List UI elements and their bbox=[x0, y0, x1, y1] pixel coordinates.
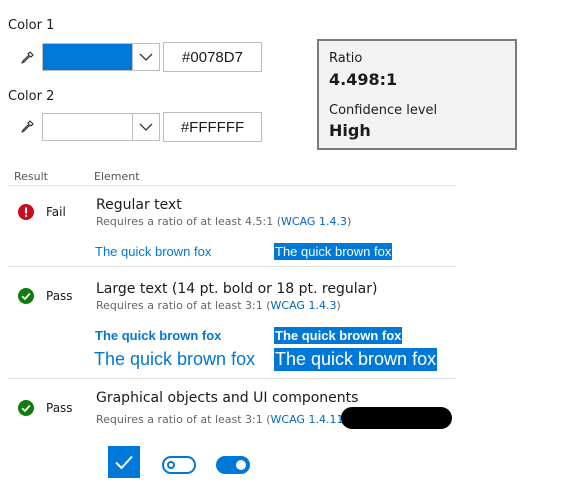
eyedropper-icon[interactable] bbox=[16, 116, 38, 138]
sample-toggle-off[interactable] bbox=[162, 456, 196, 474]
eyedropper-icon[interactable] bbox=[16, 47, 38, 69]
sample-bold-text-inverted: The quick brown fox bbox=[274, 327, 403, 344]
confidence-value: High bbox=[329, 121, 371, 140]
status-badge: Pass bbox=[46, 289, 73, 303]
column-header-element: Element bbox=[94, 170, 140, 183]
color1-swatch-combo[interactable] bbox=[42, 43, 160, 71]
element-title: Graphical objects and UI components bbox=[96, 390, 359, 406]
sample-bold-text-on-bg: The quick brown fox bbox=[95, 328, 222, 343]
wcag-link[interactable]: WCAG 1.4.11 bbox=[271, 413, 344, 426]
table-row: Fail Regular text Requires a ratio of at… bbox=[0, 186, 456, 266]
element-requirement: Requires a ratio of at least 3:1 (WCAG 1… bbox=[96, 299, 341, 312]
color2-label: Color 2 bbox=[8, 89, 55, 104]
color2-hex-input[interactable] bbox=[163, 112, 262, 142]
redacted-bar bbox=[341, 407, 452, 429]
sample-large-text-on-bg: The quick brown fox bbox=[94, 349, 256, 369]
sample-text-inverted: The quick brown fox bbox=[274, 243, 393, 260]
chevron-down-icon[interactable] bbox=[133, 44, 159, 70]
sample-large-text-inverted: The quick brown fox bbox=[274, 348, 438, 371]
element-requirement: Requires a ratio of at least 4.5:1 (WCAG… bbox=[96, 215, 352, 228]
table-row: Pass Graphical objects and UI components… bbox=[0, 379, 456, 489]
chevron-down-icon[interactable] bbox=[133, 114, 159, 140]
column-header-result: Result bbox=[14, 170, 48, 183]
color2-swatch bbox=[43, 114, 133, 140]
check-circle-icon bbox=[18, 400, 34, 416]
status-badge: Pass bbox=[46, 401, 73, 415]
error-icon bbox=[18, 204, 34, 220]
confidence-label: Confidence level bbox=[329, 103, 438, 118]
ratio-label: Ratio bbox=[329, 51, 363, 66]
ratio-panel: Ratio 4.498:1 Confidence level High bbox=[317, 39, 517, 150]
wcag-link[interactable]: WCAG 1.4.3 bbox=[271, 299, 337, 312]
ratio-value: 4.498:1 bbox=[329, 70, 398, 89]
element-requirement: Requires a ratio of at least 3:1 (WCAG 1… bbox=[96, 413, 348, 426]
element-title: Large text (14 pt. bold or 18 pt. regula… bbox=[96, 281, 378, 297]
color1-swatch bbox=[43, 44, 133, 70]
sample-toggle-on[interactable] bbox=[216, 456, 250, 474]
wcag-link[interactable]: WCAG 1.4.3 bbox=[281, 215, 347, 228]
sample-text-on-bg: The quick brown fox bbox=[95, 244, 212, 259]
color1-label: Color 1 bbox=[8, 18, 55, 33]
element-title: Regular text bbox=[96, 197, 182, 213]
status-badge: Fail bbox=[46, 205, 66, 219]
table-row: Pass Large text (14 pt. bold or 18 pt. r… bbox=[0, 267, 456, 377]
color2-swatch-combo[interactable] bbox=[42, 113, 160, 141]
color1-hex-input[interactable] bbox=[163, 42, 262, 72]
check-circle-icon bbox=[18, 288, 34, 304]
checkmark-icon bbox=[115, 455, 133, 470]
sample-checkbox[interactable] bbox=[108, 446, 140, 478]
